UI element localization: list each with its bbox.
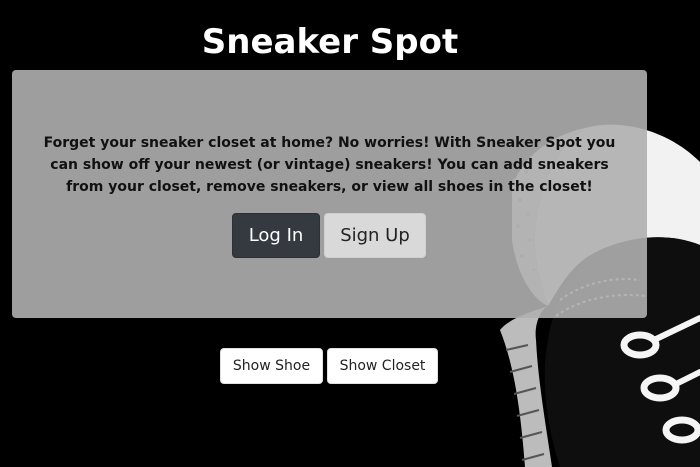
show-closet-button[interactable]: Show Closet <box>327 348 438 384</box>
site-title: Sneaker Spot <box>201 22 459 62</box>
show-shoe-button[interactable]: Show Shoe <box>220 348 323 384</box>
page: Sneaker Spot Forget your sneaker closet … <box>0 0 700 467</box>
login-button[interactable]: Log In <box>232 213 320 258</box>
sneaker-sole-strip <box>500 306 552 467</box>
signup-button[interactable]: Sign Up <box>324 213 426 258</box>
hero-description: Forget your sneaker closet at home? No w… <box>43 135 616 195</box>
hero-card: Forget your sneaker closet at home? No w… <box>12 70 647 318</box>
